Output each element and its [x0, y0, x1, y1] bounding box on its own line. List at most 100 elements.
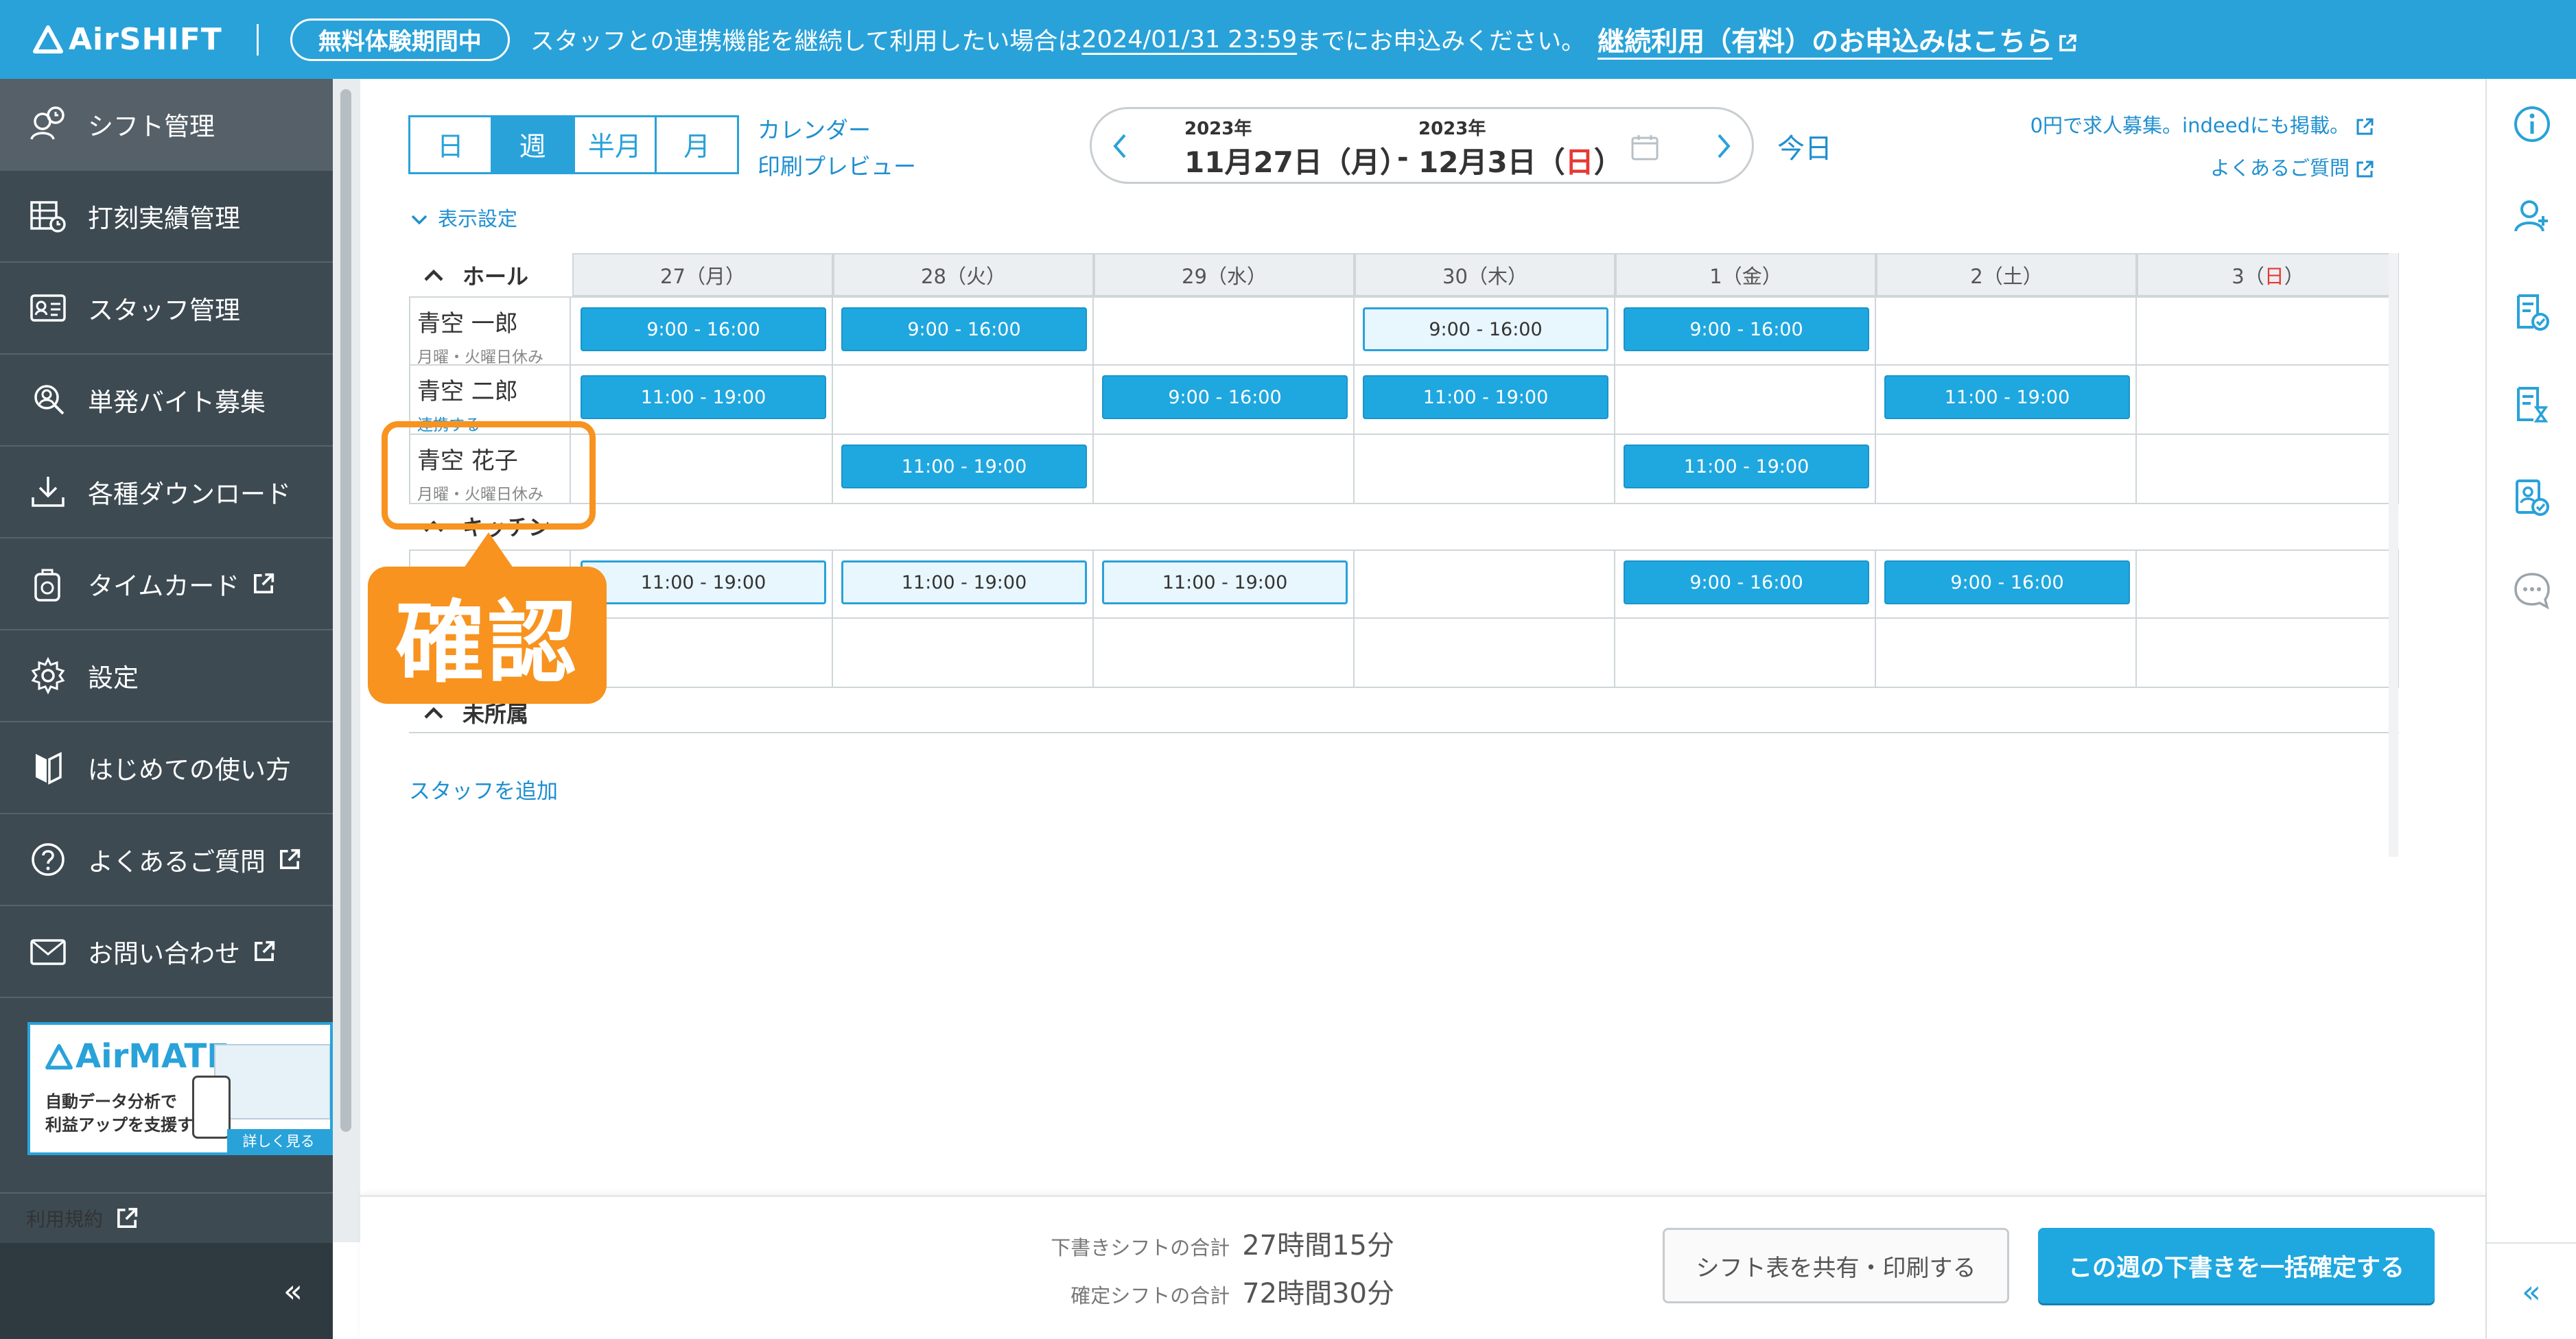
staff-name: 青空 一郎 [417, 310, 518, 337]
shift-cell[interactable] [2137, 435, 2399, 504]
grid-scrollbar-track[interactable] [2389, 253, 2398, 857]
tab-day[interactable]: 日 [410, 117, 493, 172]
right-rail-collapse-button[interactable]: « [2487, 1242, 2576, 1339]
shift-block[interactable]: 11:00 - 19:00 [1884, 375, 2130, 419]
document-time-icon[interactable] [2511, 384, 2553, 425]
sidebar-item-label: 各種ダウンロード [88, 479, 291, 509]
shift-block[interactable]: 11:00 - 19:00 [1624, 445, 1869, 488]
shift-cell[interactable] [833, 366, 1094, 435]
sidebar-item-label: タイムカード [88, 571, 240, 601]
staff-cell[interactable]: 青空 一郎 月曜・火曜日休み [409, 298, 571, 367]
shift-cell[interactable] [1094, 298, 1355, 367]
ad-line-1: 自動データ分析で [45, 1092, 177, 1111]
add-staff-link[interactable]: スタッフを追加 [409, 774, 558, 805]
calendar-link[interactable]: カレンダー [758, 112, 871, 145]
shift-cell[interactable] [1355, 551, 1615, 620]
sidebar-item-label: はじめての使い方 [88, 755, 291, 785]
sidebar-item-shift[interactable]: シフト管理 [0, 79, 333, 171]
airshift-logo[interactable]: AirSHIFT [33, 22, 222, 57]
shift-cell[interactable] [1876, 619, 2137, 688]
end-date-weekday: 日 [1565, 145, 1594, 179]
confirm-all-drafts-button[interactable]: この週の下書きを一括確定する [2038, 1228, 2435, 1303]
today-button[interactable]: 今日 [1777, 126, 1832, 166]
shift-cell[interactable] [1615, 366, 1876, 435]
shift-cell[interactable] [1876, 298, 2137, 367]
tab-week[interactable]: 週 [492, 117, 575, 172]
timesheet-icon [30, 201, 66, 233]
shift-cell[interactable] [833, 619, 1094, 688]
staff-check-icon[interactable] [2511, 477, 2553, 518]
ad-phone-image [192, 1076, 231, 1139]
sidebar-item-guide[interactable]: はじめての使い方 [0, 722, 333, 814]
end-year: 2023年 [1418, 119, 1486, 139]
shift-block-draft[interactable]: 11:00 - 19:00 [841, 560, 1087, 604]
gear-icon [31, 656, 65, 695]
mail-icon [30, 939, 66, 965]
shift-cell[interactable] [572, 619, 833, 688]
sidebar-item-label: シフト管理 [88, 112, 215, 141]
info-icon[interactable] [2511, 104, 2553, 145]
ad-screenshot-image [214, 1044, 330, 1119]
confirmed-total: 確定シフトの合計 72時間30分 [1070, 1271, 1394, 1311]
next-week-button[interactable] [1713, 132, 1734, 167]
sidebar-item-contact[interactable]: お問い合わせ [0, 906, 333, 998]
shift-cell[interactable] [1094, 435, 1355, 504]
previous-week-button[interactable] [1110, 132, 1130, 167]
document-check-icon[interactable] [2511, 292, 2553, 333]
shift-block[interactable]: 9:00 - 16:00 [841, 307, 1087, 351]
staff-row-kitchen-1: 11:00 - 19:00 11:00 - 19:00 11:00 - 19:0… [409, 549, 2399, 620]
add-user-icon[interactable] [2511, 195, 2553, 237]
shift-cell[interactable] [2137, 551, 2399, 620]
shift-cell[interactable] [572, 435, 833, 504]
calendar-icon[interactable] [1630, 134, 1659, 161]
section-divider [409, 732, 2399, 733]
shift-cell[interactable] [2137, 619, 2399, 688]
shift-cell[interactable] [1355, 619, 1615, 688]
sidebar-item-recruit[interactable]: 単発バイト募集 [0, 355, 333, 447]
shift-block[interactable]: 9:00 - 16:00 [1884, 560, 2130, 604]
sidebar-item-settings[interactable]: 設定 [0, 630, 333, 722]
day-header-2: 2（土） [1876, 253, 2137, 296]
shift-cell[interactable] [1355, 435, 1615, 504]
shift-cell[interactable] [2137, 366, 2399, 435]
external-link-icon [255, 940, 275, 961]
sidebar-item-download[interactable]: 各種ダウンロード [0, 447, 333, 538]
faq-link[interactable]: よくあるご質問 [2210, 152, 2374, 181]
staff-row-hanako: 青空 花子 月曜・火曜日休み 11:00 - 19:00 11:00 - 19:… [409, 435, 2399, 504]
display-settings-toggle[interactable]: 表示設定 [410, 203, 517, 232]
sidebar-item-timesheet[interactable]: 打刻実績管理 [0, 171, 333, 263]
sidebar-item-staff[interactable]: スタッフ管理 [0, 263, 333, 355]
shift-cell[interactable] [1094, 619, 1355, 688]
shift-block[interactable]: 11:00 - 19:00 [581, 375, 826, 419]
shift-cell[interactable] [1615, 619, 1876, 688]
ad-more-label: 詳しく見る [242, 1133, 315, 1150]
sidebar-collapse-button[interactable]: « [0, 1243, 333, 1339]
print-preview-link[interactable]: 印刷プレビュー [758, 148, 916, 181]
airmate-ad-banner[interactable]: AirMATE 自動データ分析で 利益アップを支援する 詳しく見る [27, 1022, 333, 1155]
shift-block[interactable]: 9:00 - 16:00 [581, 307, 826, 351]
section-toggle-hall[interactable]: ホール [423, 260, 528, 290]
start-date: 11月27日（月） [1184, 145, 1409, 179]
terms-link[interactable]: 利用規約 [0, 1192, 333, 1243]
shift-block[interactable]: 11:00 - 19:00 [841, 445, 1087, 488]
share-print-button[interactable]: シフト表を共有・印刷する [1663, 1228, 2009, 1303]
shift-block[interactable]: 9:00 - 16:00 [1624, 560, 1869, 604]
tab-half-month[interactable]: 半月 [574, 117, 657, 172]
shift-block-draft[interactable]: 9:00 - 16:00 [1363, 307, 1608, 351]
indeed-recruit-link[interactable]: 0円で求人募集。indeedにも掲載。 [2030, 110, 2374, 139]
shift-block[interactable]: 11:00 - 19:00 [1363, 375, 1608, 419]
shift-block-draft[interactable]: 11:00 - 19:00 [581, 560, 826, 604]
shift-cell[interactable] [1876, 435, 2137, 504]
sidebar-item-timecard[interactable]: タイムカード [0, 538, 333, 630]
shift-cell[interactable] [2137, 298, 2399, 367]
shift-block[interactable]: 9:00 - 16:00 [1624, 307, 1869, 351]
shift-block-draft[interactable]: 11:00 - 19:00 [1102, 560, 1348, 604]
ad-more-link[interactable]: 詳しく見る [227, 1129, 330, 1152]
tab-month[interactable]: 月 [657, 117, 737, 172]
sidebar-scrollbar-thumb[interactable] [340, 89, 351, 1132]
chat-icon[interactable] [2511, 570, 2553, 611]
shift-block[interactable]: 9:00 - 16:00 [1102, 375, 1348, 419]
airmate-logo-text: AirMATE [75, 1037, 229, 1076]
continue-subscription-link[interactable]: 継続利用（有料）のお申込みはこちら [1597, 21, 2077, 59]
sidebar-item-faq[interactable]: よくあるご質問 [0, 814, 333, 906]
